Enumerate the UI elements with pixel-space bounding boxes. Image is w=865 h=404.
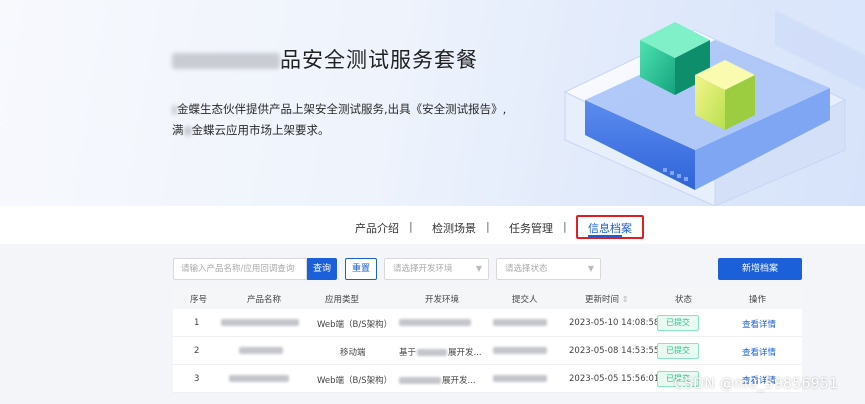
status-badge: 已提交 <box>657 343 699 359</box>
reset-button[interactable]: 重置 <box>345 258 377 280</box>
table-row: 1 Web端（B/S架构） 2023-05-10 14:08:58 已提交 查看… <box>173 309 802 337</box>
column-header-submitter: 提交人 <box>512 295 538 305</box>
product-name-redacted <box>221 318 299 328</box>
row-index: 2 <box>194 346 200 356</box>
view-details-link[interactable]: 查看详情 <box>742 318 776 330</box>
updated-time: 2023-05-05 15:56:01 <box>569 374 660 384</box>
chevron-down-icon: ▼ <box>587 264 594 273</box>
row-index: 1 <box>194 318 200 328</box>
active-tab-indicator <box>588 235 622 237</box>
tab-info-archive[interactable]: 信息档案 <box>588 220 632 236</box>
submitter-redacted <box>493 374 547 384</box>
column-header-updated: 更新时间 ⇕ <box>585 295 629 305</box>
env-select[interactable]: 请选择开发环境 ▼ <box>384 258 489 280</box>
redacted-title-prefix <box>172 53 280 69</box>
column-header-status: 状态 <box>675 295 693 305</box>
tab-separator: | <box>409 220 413 233</box>
hero-banner: 品安全测试服务套餐 金蝶生态伙伴提供产品上架安全测试服务,出具《安全测试报告》,… <box>0 0 865 206</box>
app-type: Web端（B/S架构） <box>317 376 393 386</box>
column-header-action: 操作 <box>749 295 767 305</box>
product-name-redacted <box>229 374 289 384</box>
dev-env: 基于 展开发... <box>399 348 482 358</box>
updated-time: 2023-05-08 14:53:55 <box>569 346 660 356</box>
sort-icon[interactable]: ⇕ <box>622 295 629 305</box>
view-details-link[interactable]: 查看详情 <box>742 346 776 358</box>
tab-bar: 产品介绍 | 检测场景 | 任务管理 | 信息档案 <box>0 206 865 244</box>
search-input[interactable] <box>173 258 307 280</box>
row-index: 3 <box>194 374 200 384</box>
table-header: 序号 产品名称 应用类型 开发环境 提交人 更新时间 ⇕ 状态 操作 <box>173 287 802 309</box>
chevron-down-icon: ▼ <box>475 264 482 273</box>
updated-time: 2023-05-10 14:08:58 <box>569 318 660 328</box>
redacted-char <box>172 104 177 115</box>
redacted-char <box>183 125 192 136</box>
app-type: Web端（B/S架构） <box>317 320 393 330</box>
product-name-redacted <box>239 346 283 356</box>
env-redacted <box>399 318 471 328</box>
column-header-env: 开发环境 <box>425 295 460 305</box>
column-header-product: 产品名称 <box>247 295 282 305</box>
csdn-watermark: CSDN @m0_59856951 <box>674 376 839 392</box>
column-header-app-type: 应用类型 <box>325 295 360 305</box>
tab-separator: | <box>486 220 490 233</box>
column-header-index: 序号 <box>190 295 208 305</box>
env-select-placeholder: 请选择开发环境 <box>393 264 453 274</box>
hero-description: 金蝶生态伙伴提供产品上架安全测试服务,出具《安全测试报告》, 满金蝶云应用市场上… <box>172 102 507 137</box>
tab-test-scenarios[interactable]: 检测场景 <box>432 220 476 236</box>
server-cube-illustration <box>563 0 865 206</box>
status-select-placeholder: 请选择状态 <box>505 264 548 274</box>
hero-title: 品安全测试服务套餐 <box>172 44 478 74</box>
status-badge: 已提交 <box>657 315 699 331</box>
table-row: 2 移动端 基于 展开发... 2023-05-08 14:53:55 已提交 查… <box>173 337 802 365</box>
app-type: 移动端 <box>340 348 366 358</box>
tab-task-management[interactable]: 任务管理 <box>509 220 553 236</box>
tab-separator: | <box>563 220 567 233</box>
status-select[interactable]: 请选择状态 ▼ <box>496 258 601 280</box>
submitter-redacted <box>493 346 547 356</box>
add-archive-button[interactable]: 新增档案 <box>718 258 802 280</box>
tab-product-intro[interactable]: 产品介绍 <box>355 220 399 236</box>
query-button[interactable]: 查询 <box>307 258 337 280</box>
submitter-redacted <box>493 318 547 328</box>
dev-env: 展开发... <box>399 374 476 386</box>
